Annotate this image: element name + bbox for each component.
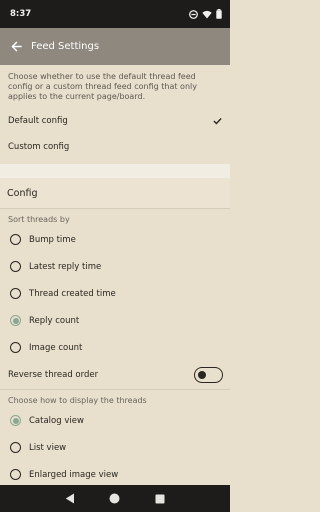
config-description: Choose whether to use the default thread… [8,72,197,101]
nav-back-button[interactable] [63,492,77,506]
config-section-title: Config [7,187,38,199]
circle-home-icon [109,493,120,504]
sort-option-latest-reply-time[interactable]: Latest reply time [0,253,230,280]
section-divider [0,164,230,178]
custom-config-label: Custom config [8,142,70,152]
reverse-order-label: Reverse thread order [8,370,99,380]
display-option-catalog-view[interactable]: Catalog view [0,407,230,434]
nav-home-button[interactable] [108,492,122,506]
default-config-option[interactable]: Default config [0,108,230,134]
sort-option-reply-count[interactable]: Reply count [0,307,230,334]
config-section-header: Config [0,178,230,208]
sort-group-label: Sort threads by [8,215,70,224]
radio-button[interactable] [10,342,21,353]
nav-recents-button[interactable] [153,492,167,506]
radio-button[interactable] [10,288,21,299]
radio-label: List view [29,442,67,453]
reverse-order-row[interactable]: Reverse thread order [0,361,230,389]
reverse-order-toggle[interactable] [194,367,223,383]
wifi-icon [202,10,212,18]
battery-icon [216,9,222,19]
sort-option-bump-time[interactable]: Bump time [0,226,230,253]
radio-button[interactable] [10,442,21,453]
radio-button[interactable] [10,234,21,245]
default-config-label: Default config [8,116,68,126]
back-button[interactable] [9,40,23,54]
display-option-enlarged-image-view[interactable]: Enlarged image view [0,461,230,488]
radio-label: Catalog view [29,415,84,426]
status-time: 8:37 [10,9,32,19]
status-icons [189,9,222,19]
radio-label: Thread created time [29,288,116,299]
radio-button-selected[interactable] [10,415,21,426]
app-bar: Feed Settings [0,28,230,65]
navigation-bar [0,485,230,512]
radio-label: Image count [29,342,83,353]
triangle-back-icon [66,493,75,504]
check-icon [213,118,222,125]
sort-option-image-count[interactable]: Image count [0,334,230,361]
custom-config-option[interactable]: Custom config [0,134,230,160]
square-recents-icon [155,494,165,503]
toggle-knob [198,370,206,379]
page-title: Feed Settings [31,41,100,52]
sort-option-thread-created-time[interactable]: Thread created time [0,280,230,307]
radio-button-selected[interactable] [10,315,21,326]
status-bar: 8:37 [0,0,230,28]
display-group-label: Choose how to display the threads [8,396,147,405]
radio-label: Bump time [29,234,76,245]
radio-label: Enlarged image view [29,469,119,480]
radio-label: Latest reply time [29,261,102,272]
arrow-back-icon [11,41,22,52]
radio-button[interactable] [10,261,21,272]
radio-label: Reply count [29,315,80,326]
display-option-list-view[interactable]: List view [0,434,230,461]
radio-button[interactable] [10,469,21,480]
do-not-disturb-icon [189,9,198,19]
